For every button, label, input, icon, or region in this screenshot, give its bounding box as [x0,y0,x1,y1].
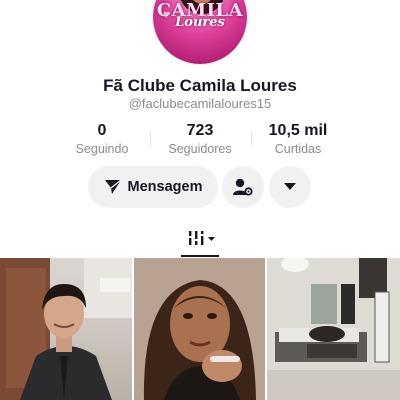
stat-likes-value: 10,5 mil [268,122,328,139]
tab-videos[interactable] [188,229,216,247]
stat-followers-label: Seguidores [168,142,232,156]
stat-likes-label: Curtidas [274,142,322,156]
stat-divider [251,132,252,146]
user-settings-icon [232,177,254,197]
video-grid [0,258,400,400]
stat-divider [150,132,151,146]
profile-avatar[interactable]: ♥ ♥ CAMILA Loures [153,0,247,64]
user-settings-button[interactable] [222,166,264,208]
caret-down-icon [284,183,296,191]
stat-following-value: 0 [97,122,107,139]
video-thumbnail-3[interactable] [267,258,400,400]
avatar-logo-line2: Loures [175,15,225,30]
video-thumbnail-1[interactable] [0,258,132,400]
stat-following-label: Seguindo [75,142,129,156]
active-tab-indicator [181,255,219,257]
message-button-label: Mensagem [127,179,203,195]
stat-likes[interactable]: 10,5 mil Curtidas [262,122,334,156]
profile-handle: @faclubecamilaloures15 [128,96,272,111]
paper-plane-icon [104,179,122,195]
stat-followers[interactable]: 723 Seguidores [162,122,238,156]
stat-following[interactable]: 0 Seguindo [70,122,134,156]
profile-stats: 0 Seguindo 723 Seguidores 10,5 mil Curti… [0,122,400,158]
profile-name: Fã Clube Camila Loures [103,76,297,95]
stat-followers-value: 723 [186,122,214,139]
message-button[interactable]: Mensagem [88,166,218,208]
grid-filter-icon [188,229,216,247]
video-thumbnail-2[interactable] [134,258,265,400]
more-options-button[interactable] [269,166,311,208]
